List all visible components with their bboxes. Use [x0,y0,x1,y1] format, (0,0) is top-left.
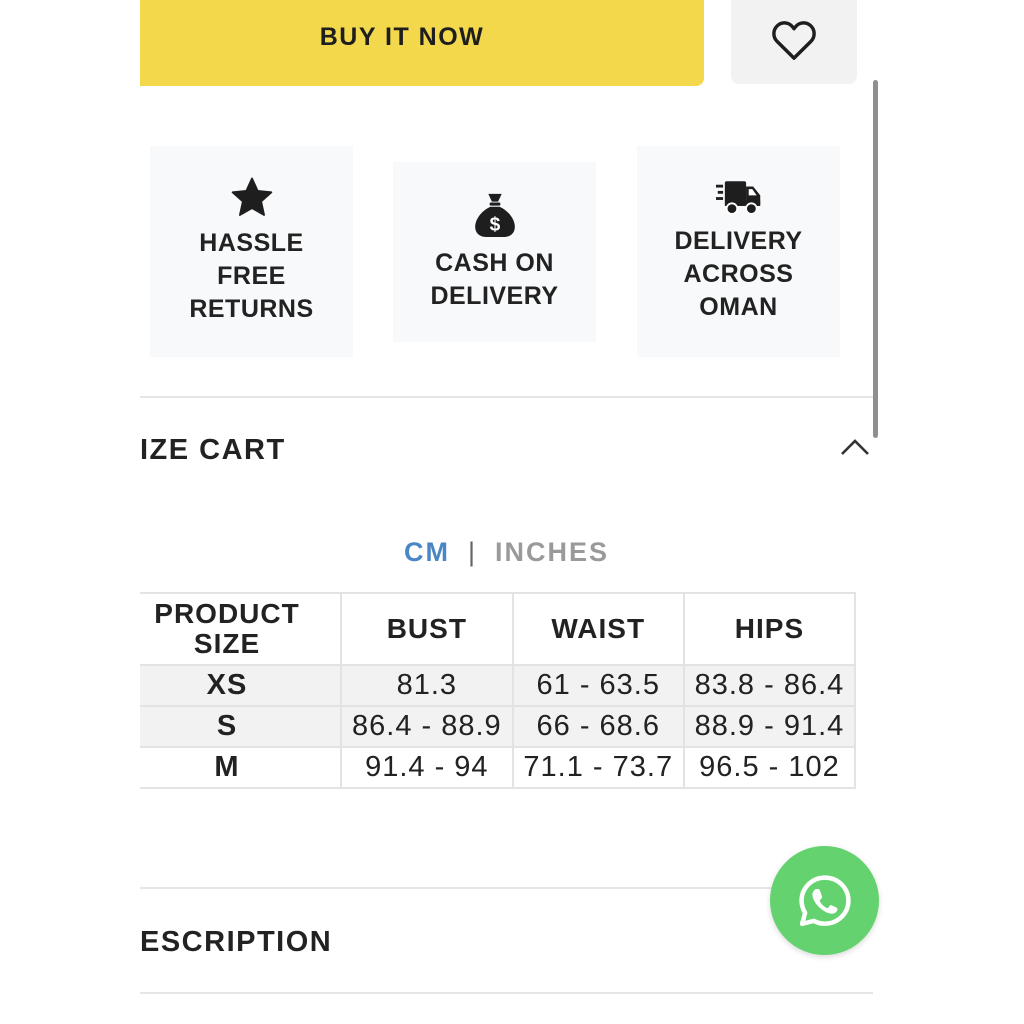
table-cell: 91.4 - 94 [340,746,514,789]
whatsapp-chat-button[interactable] [770,846,879,955]
size-chart-title[interactable]: IZE CART [140,434,286,467]
feature-delivery-across-oman: DELIVERY ACROSS OMAN [637,146,840,357]
description-title[interactable]: ESCRIPTION [140,926,332,959]
buy-it-now-button[interactable]: BUY IT NOW [140,0,704,86]
table-header: BUST [340,592,514,666]
unit-separator: | [467,537,477,567]
whatsapp-icon [798,874,851,926]
heart-icon [772,21,816,60]
table-row: XS 81.3 61 - 63.5 83.8 - 86.4 [140,664,857,707]
table-row: S 86.4 - 88.9 66 - 68.6 88.9 - 91.4 [140,705,857,748]
size-chart-table: PRODUCT SIZE BUST WAIST HIPS XS 81.3 61 … [140,592,857,789]
table-cell: 71.1 - 73.7 [511,746,685,789]
money-bag-icon: $ [474,193,515,238]
table-cell: 86.4 - 88.9 [340,705,514,748]
wishlist-button[interactable] [731,0,857,84]
table-cell: S [140,705,343,748]
feature-hassle-free-returns: HASSLE FREE RETURNS [150,146,353,357]
delivery-truck-icon [715,181,760,215]
table-cell: 81.3 [340,664,514,707]
table-cell: 66 - 68.6 [511,705,685,748]
table-cell: XS [140,664,343,707]
scrollbar[interactable] [873,80,878,438]
feature-label: DELIVERY ACROSS OMAN [674,227,803,321]
feature-cash-on-delivery: $ CASH ON DELIVERY [393,162,596,342]
unit-cm-option[interactable]: CM [404,537,450,567]
feature-label: HASSLE FREE RETURNS [189,229,314,323]
table-header: HIPS [682,592,857,666]
divider [140,992,873,994]
unit-inches-option[interactable]: INCHES [495,537,609,567]
table-cell: 96.5 - 102 [682,746,857,789]
product-page: BUY IT NOW HASSLE FREE RETURNS $ CASH ON… [140,0,884,1024]
chevron-up-icon[interactable] [840,438,870,456]
star-icon [231,177,272,216]
table-cell: M [140,746,343,789]
divider [140,887,873,889]
table-cell: 83.8 - 86.4 [682,664,857,707]
divider [140,396,873,398]
table-cell: 88.9 - 91.4 [682,705,857,748]
table-header: PRODUCT SIZE [140,592,343,666]
feature-label: CASH ON DELIVERY [430,249,559,310]
table-cell: 61 - 63.5 [511,664,685,707]
table-row: M 91.4 - 94 71.1 - 73.7 96.5 - 102 [140,746,857,789]
table-header: WAIST [511,592,685,666]
unit-toggle: CM | INCHES [140,537,873,568]
svg-text:$: $ [489,215,500,236]
